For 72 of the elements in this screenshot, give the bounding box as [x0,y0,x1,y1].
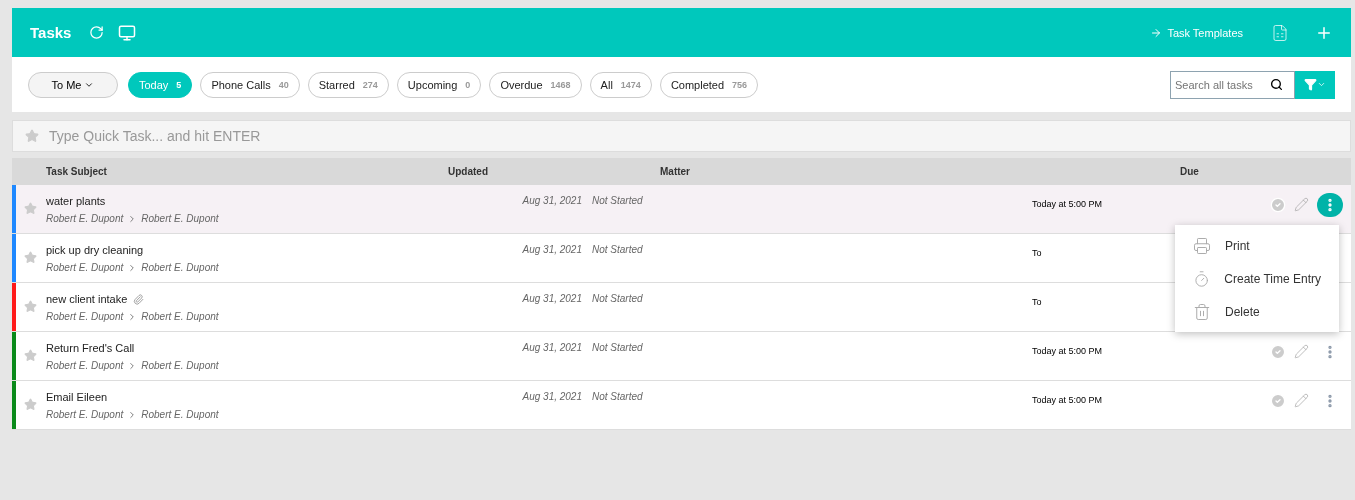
filter-tab[interactable]: Starred 274 [307,71,389,98]
star-icon[interactable] [24,398,37,411]
task-subject: new client intake [46,293,128,305]
task-subject: Email Eileen [46,391,108,403]
more-button[interactable] [1317,193,1343,217]
assigner-name: Robert E. Dupont [46,409,124,420]
task-status: Not Started [592,390,643,404]
task-status: Not Started [592,194,643,208]
assignee-dropdown[interactable]: To Me [28,71,118,98]
task-status: Not Started [592,292,643,306]
task-subject: water plants [46,195,106,207]
updated-date: Aug 31, 2021 [521,243,583,257]
column-header: Task Subject [46,166,108,177]
help-screen-icon[interactable] [118,23,137,42]
task-row[interactable]: Return Fred's Call Robert E. Dupont Robert E. Dupont Aug 31, 2021 Not Started Today at 5:00 PM [12,332,1351,381]
star-icon [25,129,39,143]
column-header: Updated [448,166,489,177]
complete-icon[interactable] [1270,393,1286,409]
printer-icon [1193,236,1211,255]
filter-icon [1304,78,1317,91]
assignee-name: Robert E. Dupont [141,360,219,371]
due-date: To [1032,296,1042,309]
filter-tab[interactable]: Upcoming 0 [396,71,482,98]
star-icon[interactable] [24,349,37,362]
due-date: Today at 5:00 PM [1032,198,1103,211]
arrow-right-icon [1150,26,1163,39]
assigner-name: Robert E. Dupont [46,311,124,322]
due-date: Today at 5:00 PM [1032,394,1103,407]
assignee-name: Robert E. Dupont [141,213,219,224]
assigner-name: Robert E. Dupont [46,213,124,224]
search-field[interactable]: Search all tasks [1170,70,1295,99]
assignee-name: Robert E. Dupont [141,262,219,273]
filter-tab[interactable]: Overdue 1468 [489,71,582,98]
due-date: To [1032,247,1042,260]
task-row[interactable]: Email Eileen Robert E. Dupont Robert E. Dupont Aug 31, 2021 Not Started Today at 5:00 PM [12,381,1351,430]
task-subject: pick up dry cleaning [46,244,144,256]
complete-icon[interactable] [1270,197,1286,213]
task-status: Not Started [592,341,643,355]
due-date: Today at 5:00 PM [1032,345,1103,358]
trash-icon [1193,302,1211,321]
task-subject: Return Fred's Call [46,342,135,354]
star-icon[interactable] [24,300,37,313]
assigner-name: Robert E. Dupont [46,262,124,273]
edit-icon[interactable] [1294,393,1309,408]
assigner-name: Robert E. Dupont [46,360,124,371]
updated-date: Aug 31, 2021 [521,390,583,404]
stopwatch-icon [1193,269,1211,288]
quick-task-input[interactable]: Type Quick Task... and hit ENTER [47,127,1338,145]
filter-tab[interactable]: Completed 756 [659,71,759,98]
refresh-icon[interactable] [89,25,105,40]
edit-icon[interactable] [1294,344,1309,359]
filter-tab[interactable]: Phone Calls 40 [200,71,300,98]
column-header: Due [1180,166,1200,177]
filter-tab[interactable]: All 1474 [589,71,652,98]
column-header: Matter [660,166,691,177]
search-icon[interactable] [1270,78,1283,91]
filter-button[interactable] [1295,70,1335,99]
updated-date: Aug 31, 2021 [521,194,583,208]
task-status: Not Started [592,243,643,257]
assignee-name: Robert E. Dupont [141,409,219,420]
complete-icon[interactable] [1270,344,1286,360]
updated-date: Aug 31, 2021 [521,341,583,355]
page-title: Tasks [30,24,72,41]
star-icon[interactable] [24,251,37,264]
spreadsheet-export-icon[interactable] [1271,23,1289,42]
edit-icon[interactable] [1294,197,1309,212]
updated-date: Aug 31, 2021 [521,292,583,306]
assignee-name: Robert E. Dupont [141,311,219,322]
star-icon[interactable] [24,202,37,215]
quick-task-field[interactable]: Type Quick Task... and hit ENTER [12,120,1351,152]
caret-icon [1317,80,1326,89]
menu-item[interactable]: Delete [1175,295,1339,328]
